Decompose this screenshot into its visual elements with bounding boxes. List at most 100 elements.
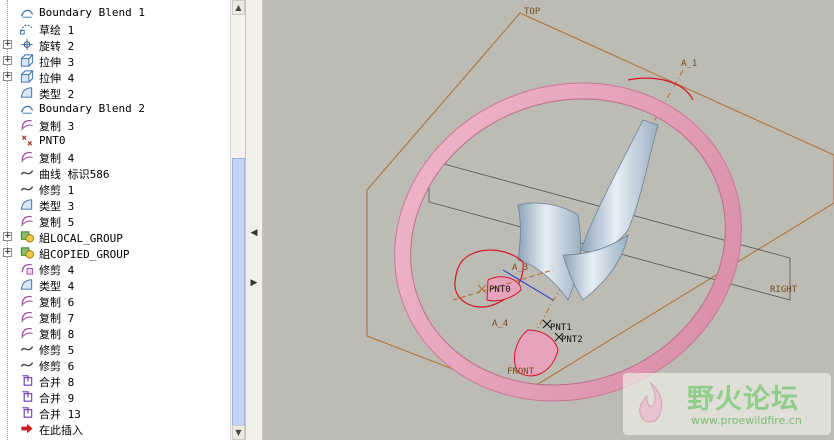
tree-item[interactable]: 曲线 标识586	[0, 165, 230, 181]
point-label-pnt2: PNT2	[561, 335, 583, 345]
tree-item-label: 复制 7	[39, 312, 75, 325]
model-tree-scrollbar[interactable]: ▲ ▼	[230, 0, 245, 440]
scroll-down-button[interactable]: ▼	[232, 425, 245, 440]
expand-toggle-icon[interactable]: +	[3, 40, 12, 49]
tree-item[interactable]: + 組COPIED_GROUP	[0, 245, 230, 261]
tree-item-label: 复制 8	[39, 328, 75, 341]
tree-item[interactable]: 在此插入	[0, 421, 230, 437]
tree-item[interactable]: + 組LOCAL_GROUP	[0, 229, 230, 245]
tree-item-label: 組LOCAL_GROUP	[39, 232, 123, 245]
curve-icon	[19, 357, 35, 372]
datum-label-front: FRONT	[507, 367, 535, 377]
tree-item-label: 类型 4	[39, 280, 75, 293]
scrollbar-thumb[interactable]	[232, 158, 245, 440]
tree-item[interactable]: 修剪 5	[0, 341, 230, 357]
extrude-icon	[19, 53, 35, 68]
copy-icon	[19, 325, 35, 340]
expand-toggle-icon[interactable]: +	[3, 56, 12, 65]
curve-icon	[19, 181, 35, 196]
tree-item-label: 修剪 1	[39, 184, 75, 197]
tree-item[interactable]: 合并 8	[0, 373, 230, 389]
collapse-left-icon[interactable]: ◀	[249, 226, 259, 240]
tree-item-label: 修剪 5	[39, 344, 75, 357]
spoke-center[interactable]	[517, 202, 581, 301]
tree-item[interactable]: 修剪 4	[0, 261, 230, 277]
panel-splitter[interactable]: ◀ ▶	[245, 0, 263, 440]
datum-label-top: TOP	[524, 7, 541, 17]
watermark-logo-icon	[639, 381, 663, 423]
tree-item[interactable]: 修剪 6	[0, 357, 230, 373]
tree-item[interactable]: 复制 6	[0, 293, 230, 309]
trim-icon	[19, 261, 35, 276]
insert-here-arrow-icon	[19, 421, 35, 436]
tree-item-label: 复制 3	[39, 120, 75, 133]
curve-icon	[19, 341, 35, 356]
tree-item[interactable]: + 拉伸 3	[0, 53, 230, 69]
tree-item-label: 修剪 6	[39, 360, 75, 373]
style-icon	[19, 277, 35, 292]
style-icon	[19, 197, 35, 212]
merge-icon	[19, 373, 35, 388]
tree-item[interactable]: 复制 4	[0, 149, 230, 165]
tree-item[interactable]: 草绘 1	[0, 21, 230, 37]
expand-toggle-icon[interactable]: +	[3, 232, 12, 241]
copy-icon	[19, 117, 35, 132]
tree-item-label: 合并 13	[39, 408, 81, 421]
tree-item[interactable]: 复制 8	[0, 325, 230, 341]
point-label-pnt0: PNT0	[489, 285, 511, 295]
expand-toggle-icon[interactable]: +	[3, 248, 12, 257]
tree-item[interactable]: Boundary Blend 2	[0, 101, 230, 117]
merge-icon	[19, 389, 35, 404]
tree-item-label: Boundary Blend 1	[39, 6, 145, 19]
tree-item-label: 旋转 2	[39, 40, 75, 53]
boundary-blend-icon	[19, 101, 35, 116]
extrude-icon	[19, 69, 35, 84]
tree-item-label: 修剪 4	[39, 264, 75, 277]
tree-item[interactable]: 类型 2	[0, 85, 230, 101]
merge-icon	[19, 405, 35, 420]
sketch-icon	[19, 21, 35, 36]
collapse-right-icon[interactable]: ▶	[249, 276, 259, 290]
copy-icon	[19, 309, 35, 324]
expand-toggle-icon[interactable]: +	[3, 72, 12, 81]
copy-icon	[19, 293, 35, 308]
tree-item[interactable]: Boundary Blend 1	[0, 5, 230, 21]
tree-item[interactable]: 合并 9	[0, 389, 230, 405]
revolve-icon	[19, 37, 35, 52]
model-tree: Boundary Blend 1 草绘 1 + 旋转 2 + 拉伸 3 + 拉伸 4 类型 2B…	[0, 0, 230, 440]
tree-item[interactable]: 修剪 1	[0, 181, 230, 197]
tree-item[interactable]: 类型 4	[0, 277, 230, 293]
graphics-viewport[interactable]: TOP RIGHT FRONT A_1 A_3 A_4 PNT0 PNT1 PN…	[263, 0, 834, 440]
datum-point-pnt0[interactable]	[477, 284, 487, 294]
watermark-name: 野火论坛	[687, 384, 799, 415]
copy-icon	[19, 149, 35, 164]
tree-item-label: 类型 2	[39, 88, 75, 101]
tree-item[interactable]: PNT0	[0, 133, 230, 149]
tree-item[interactable]: + 拉伸 4	[0, 69, 230, 85]
tree-item-label: 合并 8	[39, 376, 75, 389]
spoke-upper[interactable]	[580, 119, 659, 253]
watermark: 野火论坛 www.proewildfire.cn	[623, 373, 831, 435]
tree-item[interactable]: 类型 3	[0, 197, 230, 213]
tree-item[interactable]: 复制 3	[0, 117, 230, 133]
tree-item[interactable]: + 旋转 2	[0, 37, 230, 53]
style-icon	[19, 85, 35, 100]
tree-item-label: 草绘 1	[39, 24, 75, 37]
tree-item[interactable]: 复制 5	[0, 213, 230, 229]
tree-item-label: 复制 4	[39, 152, 75, 165]
tree-item-label: 类型 3	[39, 200, 75, 213]
tree-item[interactable]: 合并 13	[0, 405, 230, 421]
scroll-up-button[interactable]: ▲	[232, 0, 245, 15]
axis-label-a3: A_3	[512, 263, 528, 273]
tree-item-label: 复制 5	[39, 216, 75, 229]
tree-item-label: 合并 9	[39, 392, 75, 405]
tree-item-label: 复制 6	[39, 296, 75, 309]
axis-label-a4: A_4	[492, 319, 508, 329]
tree-item-label: 曲线 标识586	[39, 168, 110, 181]
tree-item-label: 在此插入	[39, 424, 83, 437]
tree-item[interactable]: 复制 7	[0, 309, 230, 325]
tree-item-label: 拉伸 4	[39, 72, 75, 85]
datum-label-right: RIGHT	[770, 285, 798, 295]
tree-item-label: 拉伸 3	[39, 56, 75, 69]
tree-item-label: Boundary Blend 2	[39, 102, 145, 115]
